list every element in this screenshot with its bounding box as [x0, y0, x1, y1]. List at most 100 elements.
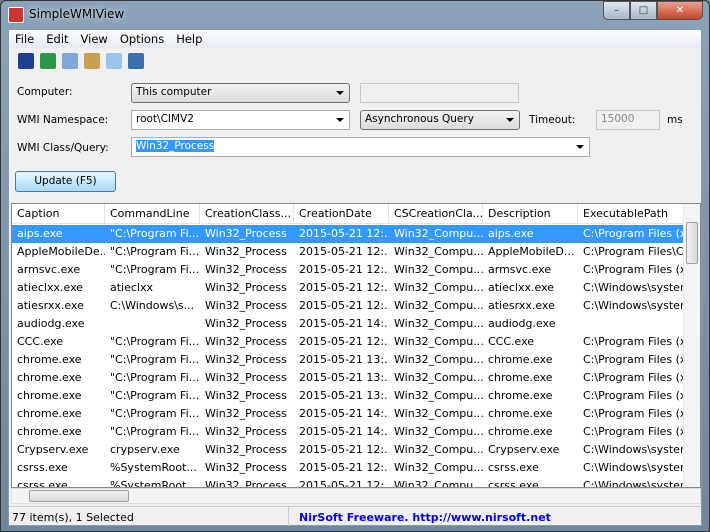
column-header[interactable]: CommandLine — [105, 204, 200, 224]
table-row[interactable]: AppleMobileDe... "C:\Program Fi... Win32_P… — [12, 243, 689, 261]
table-cell: armsvc.exe — [17, 263, 81, 276]
nirsoft-link[interactable]: NirSoft Freeware. http://www.nirsoft.net — [289, 507, 561, 526]
table-cell — [105, 315, 200, 333]
table-cell: 2015-05-21 13:... — [299, 353, 389, 366]
table-cell: C:\Program Files\Com — [583, 245, 689, 258]
namespace-combo[interactable]: root\CIMV2 — [131, 110, 350, 130]
find-icon[interactable] — [106, 53, 122, 69]
menu-options[interactable]: Options — [114, 30, 170, 48]
column-header[interactable]: CreationClass... — [200, 204, 294, 224]
table-cell: audiodg.exe — [488, 317, 556, 330]
table-cell: "C:\Program Fi... — [110, 353, 200, 366]
close-button[interactable]: ✕ — [657, 1, 703, 20]
minimize-button[interactable]: – — [603, 1, 630, 20]
table-cell: "C:\Program Fi... — [110, 425, 200, 438]
table-row[interactable]: csrss.exe %SystemRoot... Win32_Process 2015… — [12, 459, 689, 477]
app-window: SimpleWMIView – □ ✕ File Edit View Optio… — [0, 0, 710, 532]
table-cell: "C:\Program Fi... — [110, 335, 200, 348]
table-row[interactable]: aips.exe "C:\Program Fi... Win32_Process 20… — [12, 225, 689, 243]
table-row[interactable]: chrome.exe "C:\Program Fi... Win32_Process… — [12, 423, 689, 441]
table-cell: "C:\Program Fi... — [110, 263, 200, 276]
properties-icon[interactable] — [84, 53, 100, 69]
chevron-down-icon — [336, 91, 344, 95]
table-cell: atiesrxx.exe — [17, 299, 84, 312]
table-row[interactable]: csrss.exe %SystemRoot... Win32_Process 2015… — [12, 477, 689, 488]
table-row[interactable]: chrome.exe "C:\Program Fi... Win32_Process… — [12, 351, 689, 369]
column-header[interactable]: Description — [483, 204, 578, 224]
table-row[interactable]: Crypserv.exe crypserv.exe Win32_Process 201… — [12, 441, 689, 459]
table-row[interactable]: armsvc.exe "C:\Program Fi... Win32_Process… — [12, 261, 689, 279]
timeout-input[interactable]: 15000 — [596, 110, 660, 130]
chevron-down-icon — [576, 145, 584, 149]
table-cell — [578, 315, 689, 333]
title-bar: SimpleWMIView – □ ✕ — [1, 1, 709, 29]
client-area: File Edit View Options Help Computer: Th… — [8, 29, 702, 526]
table-cell: atieclxx.exe — [17, 281, 84, 294]
copy-icon[interactable] — [62, 53, 78, 69]
table-cell: "C:\Program Fi... — [110, 389, 200, 402]
table-cell: 2015-05-21 12:... — [299, 245, 389, 258]
table-cell: 2015-05-21 12:... — [299, 227, 389, 240]
menu-edit[interactable]: Edit — [40, 30, 74, 48]
table-cell: chrome.exe — [17, 371, 82, 384]
scroll-thumb[interactable] — [29, 490, 129, 502]
table-cell: CCC.exe — [17, 335, 64, 348]
refresh-icon[interactable] — [40, 53, 56, 69]
table-cell: CCC.exe — [488, 335, 535, 348]
table-row[interactable]: CCC.exe "C:\Program Fi... Win32_Process 201… — [12, 333, 689, 351]
menu-help[interactable]: Help — [170, 30, 208, 48]
table-cell: C:\Windows\system3 — [583, 461, 689, 474]
chevron-down-icon — [506, 118, 514, 122]
table-row[interactable]: chrome.exe "C:\Program Fi... Win32_Process… — [12, 369, 689, 387]
list-rows: aips.exe "C:\Program Fi... Win32_Process 20… — [12, 225, 689, 488]
window-title: SimpleWMIView — [29, 7, 125, 21]
update-button[interactable]: Update (F5) — [15, 171, 116, 192]
table-cell: C:\Program Files (x86 — [583, 353, 689, 366]
table-cell: chrome.exe — [17, 389, 82, 402]
menu-file[interactable]: File — [9, 30, 40, 48]
table-cell: 2015-05-21 13:... — [299, 389, 389, 402]
column-header[interactable]: ExecutablePath — [578, 204, 689, 224]
table-cell: Win32_Process — [205, 479, 287, 488]
column-header[interactable]: Caption — [12, 204, 105, 224]
exit-icon[interactable] — [128, 53, 144, 69]
computer-name-input[interactable] — [360, 83, 519, 103]
table-cell: armsvc.exe — [488, 263, 552, 276]
table-row[interactable]: audiodg.exe Win32_Process 2015-05-21 14:..… — [12, 315, 689, 333]
class-query-combo[interactable]: Win32_Process — [131, 137, 590, 157]
table-cell: 2015-05-21 12:... — [299, 335, 389, 348]
table-cell: 2015-05-21 12:... — [299, 461, 389, 474]
vertical-scrollbar[interactable] — [683, 204, 700, 487]
column-header[interactable]: CSCreationCla... — [389, 204, 483, 224]
scroll-thumb[interactable] — [686, 222, 698, 264]
query-mode-select[interactable]: Asynchronous Query — [360, 110, 520, 130]
horizontal-scrollbar[interactable] — [11, 488, 701, 504]
table-cell: C:\Windows\s... — [110, 299, 195, 312]
table-cell: atiesrxx.exe — [488, 299, 555, 312]
table-row[interactable]: atiesrxx.exe C:\Windows\s... Win32_Process… — [12, 297, 689, 315]
table-cell: crypserv.exe — [110, 443, 180, 456]
table-cell: Win32_Compu... — [394, 281, 483, 294]
table-cell: %SystemRoot... — [110, 461, 197, 474]
computer-select[interactable]: This computer — [131, 83, 350, 103]
table-cell: Win32_Process — [205, 353, 287, 366]
maximize-button[interactable]: □ — [630, 1, 657, 20]
results-list[interactable]: Caption CommandLine CreationClass... Creati… — [11, 203, 701, 488]
table-cell: Win32_Compu... — [394, 317, 483, 330]
table-row[interactable]: chrome.exe "C:\Program Fi... Win32_Process… — [12, 405, 689, 423]
table-cell: Win32_Compu... — [394, 389, 483, 402]
table-cell: Win32_Compu... — [394, 479, 483, 488]
column-header[interactable]: CreationDate — [294, 204, 389, 224]
table-cell: chrome.exe — [17, 407, 82, 420]
table-cell: C:\Windows\system3 — [583, 281, 689, 294]
table-row[interactable]: chrome.exe "C:\Program Fi... Win32_Process… — [12, 387, 689, 405]
table-cell: atieclxx.exe — [488, 281, 555, 294]
table-cell: Win32_Process — [205, 227, 287, 240]
table-cell: Win32_Process — [205, 317, 287, 330]
computer-value: This computer — [136, 86, 212, 98]
menu-view[interactable]: View — [75, 30, 114, 48]
save-icon[interactable] — [18, 53, 34, 69]
table-row[interactable]: atieclxx.exe atieclxx Win32_Process 2015-05… — [12, 279, 689, 297]
list-header: Caption CommandLine CreationClass... Creati… — [12, 204, 689, 224]
table-cell: Win32_Process — [205, 407, 287, 420]
